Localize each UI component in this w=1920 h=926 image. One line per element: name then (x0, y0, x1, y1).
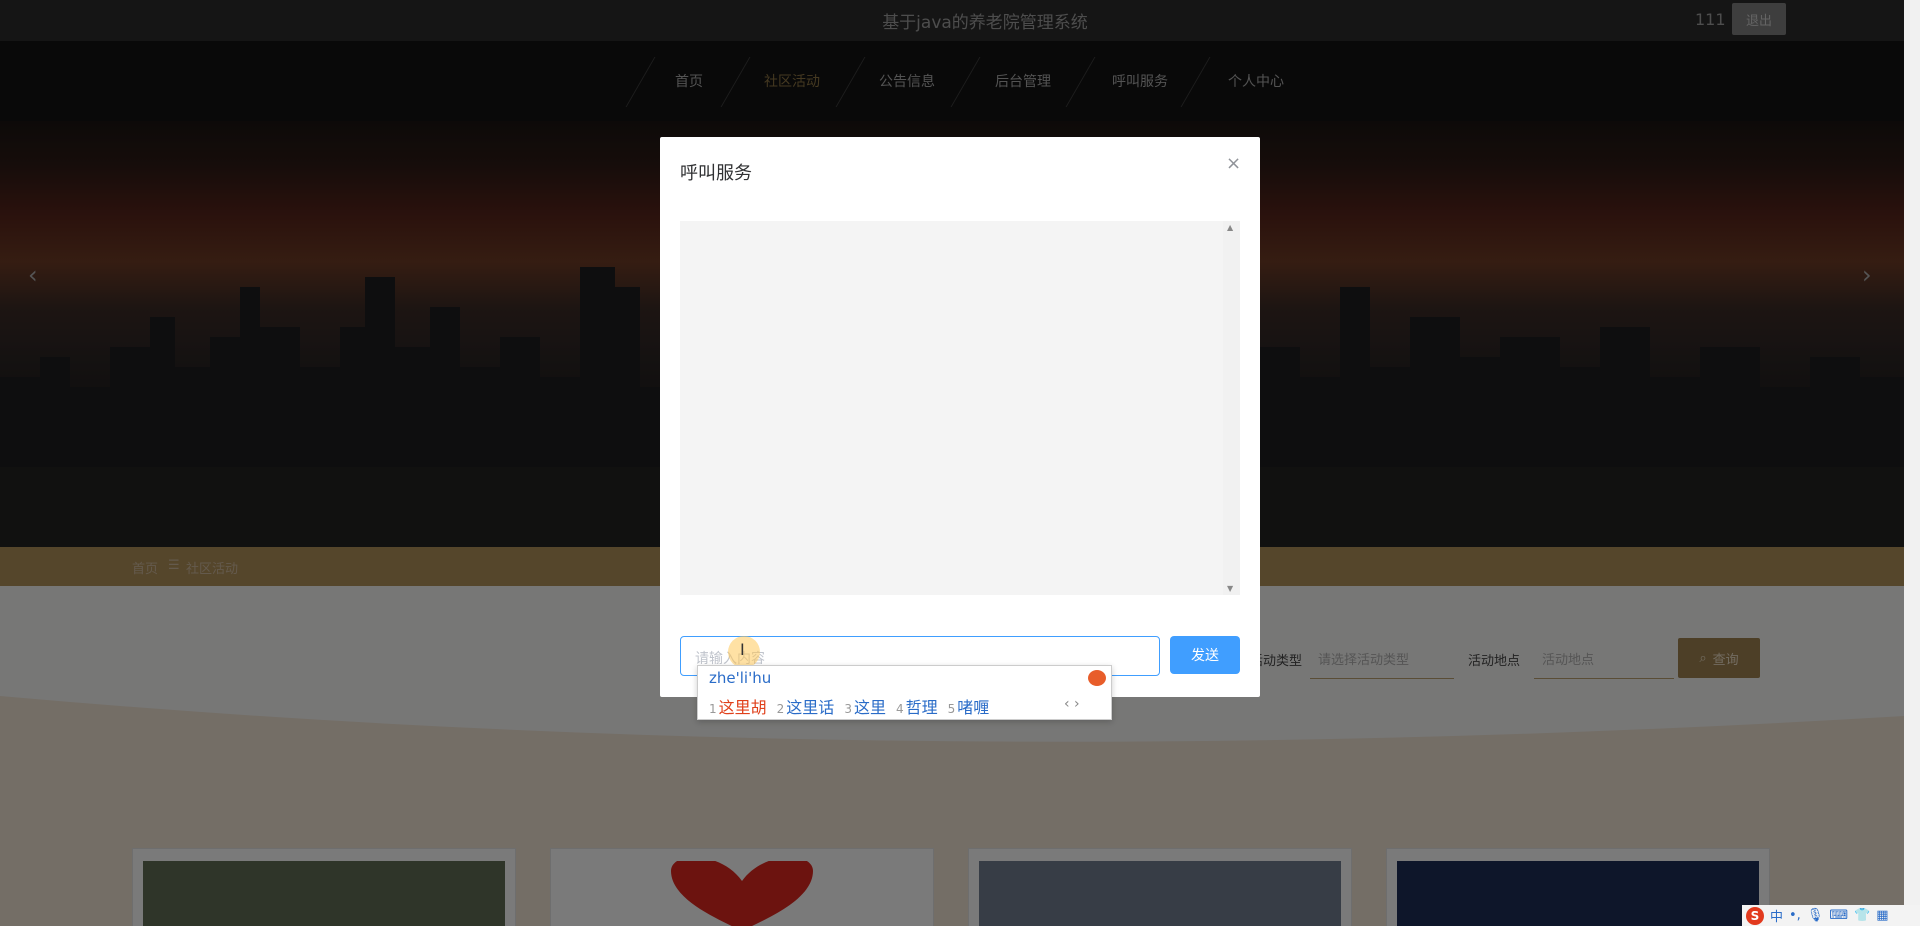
microphone-icon[interactable]: 🎙 (1807, 908, 1824, 923)
send-button[interactable]: 发送 (1170, 636, 1240, 674)
ime-candidate[interactable]: 5 啫喱 (948, 694, 990, 718)
ime-candidate[interactable]: 4 哲理 (896, 694, 938, 718)
page-scrollbar[interactable] (1904, 0, 1920, 926)
dialog-title: 呼叫服务 (680, 163, 752, 184)
ime-candidate[interactable]: 3 这里 (844, 694, 886, 718)
ime-candidate[interactable]: 1 这里胡 (709, 694, 767, 718)
ime-pinyin-composition: zhe'li'hu (709, 669, 772, 687)
close-icon[interactable]: × (1226, 153, 1241, 174)
skin-icon[interactable]: 👕 (1854, 908, 1870, 923)
ime-candidate[interactable]: 2 这里话 (777, 694, 835, 718)
chat-message-area: ▲ ▼ (680, 221, 1240, 595)
ime-mode-toggle[interactable]: 中 (1770, 906, 1783, 925)
text-cursor-icon: I (740, 640, 745, 659)
keyboard-icon[interactable]: ⌨ (1829, 908, 1848, 923)
sogou-logo-icon[interactable]: S (1746, 906, 1764, 925)
scroll-up-icon[interactable]: ▲ (1227, 223, 1233, 232)
ime-page-arrows-icon[interactable]: ‹ › (1064, 696, 1080, 712)
call-service-dialog: 呼叫服务 × ▲ ▼ 请输入内容 发送 (660, 137, 1260, 697)
ime-candidate-list: 1 这里胡 2 这里话 3 这里 4 哲理 5 啫喱 (709, 694, 989, 718)
scroll-down-icon[interactable]: ▼ (1227, 584, 1233, 593)
punctuation-icon[interactable]: •, (1789, 908, 1801, 923)
ime-candidate-window: zhe'li'hu 1 这里胡 2 这里话 3 这里 4 哲理 5 啫喱 ‹ › (697, 665, 1112, 720)
ime-toolbar: S 中 •, 🎙 ⌨ 👕 ▦ (1742, 905, 1920, 926)
toolbox-icon[interactable]: ▦ (1876, 908, 1888, 923)
chat-scrollbar[interactable]: ▲ ▼ (1223, 221, 1240, 595)
ime-skin-icon[interactable] (1088, 670, 1106, 686)
